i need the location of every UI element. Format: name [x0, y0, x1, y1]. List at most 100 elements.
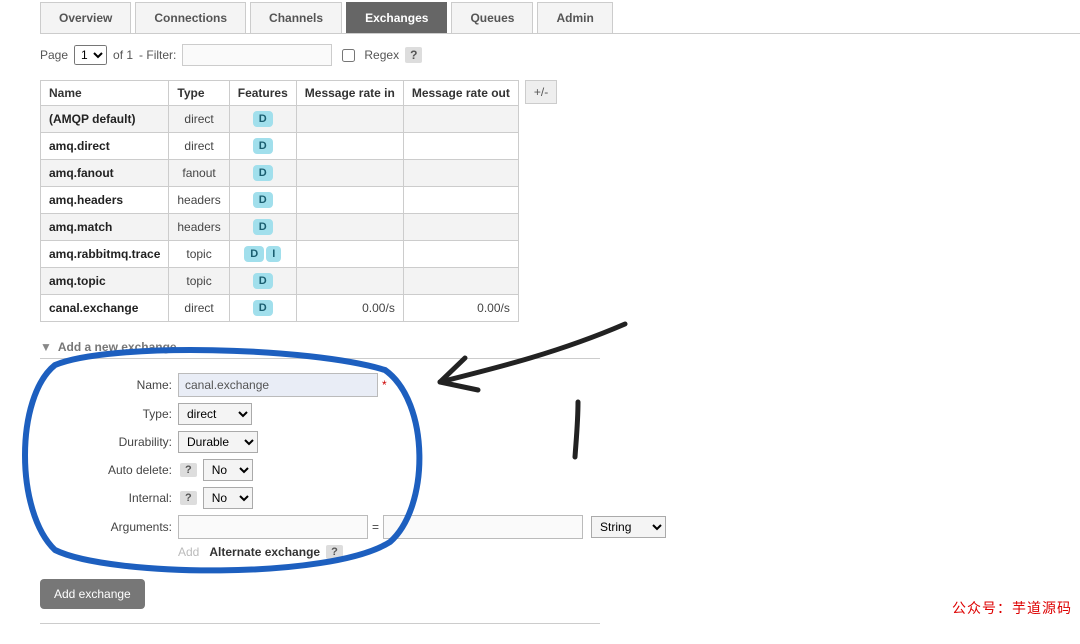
auto-delete-help-icon[interactable]: ? — [180, 463, 197, 477]
section-title: Add a new exchange — [58, 340, 177, 354]
exchange-type-cell: headers — [169, 187, 229, 214]
exchange-name-cell[interactable]: canal.exchange — [41, 295, 169, 322]
regex-checkbox[interactable] — [342, 49, 355, 62]
exchange-type-cell: direct — [169, 106, 229, 133]
rate-out-cell — [403, 214, 518, 241]
exchange-type-cell: topic — [169, 241, 229, 268]
table-row: canal.exchangedirect D 0.00/s0.00/s — [41, 295, 519, 322]
col-header[interactable]: Name — [41, 81, 169, 106]
rate-in-cell — [296, 106, 403, 133]
pager-row: Page 1 of 1 - Filter: Regex ? — [40, 44, 1080, 66]
argument-value-input[interactable] — [383, 515, 583, 539]
tab-exchanges[interactable]: Exchanges — [346, 2, 447, 33]
alternate-exchange-help-icon[interactable]: ? — [326, 545, 343, 559]
col-header[interactable]: Message rate in — [296, 81, 403, 106]
exchange-type-cell: fanout — [169, 160, 229, 187]
filter-input[interactable] — [182, 44, 332, 66]
exchange-type-cell: direct — [169, 295, 229, 322]
filter-label: - Filter: — [139, 48, 176, 62]
tab-overview[interactable]: Overview — [40, 2, 131, 33]
exchange-features-cell: D — [229, 214, 296, 241]
exchange-features-cell: D — [229, 160, 296, 187]
rate-in-cell — [296, 241, 403, 268]
rate-out-cell — [403, 268, 518, 295]
internal-label: Internal: — [40, 491, 178, 505]
name-input[interactable] — [178, 373, 378, 397]
rate-out-cell — [403, 133, 518, 160]
rate-out-cell — [403, 160, 518, 187]
exchange-name-cell[interactable]: amq.fanout — [41, 160, 169, 187]
equals-sign: = — [372, 520, 379, 534]
regex-help-icon[interactable]: ? — [405, 47, 422, 63]
add-exchange-form: Name: * Type: directfanouttopicheaders D… — [40, 373, 1080, 624]
exchange-name-cell[interactable]: amq.rabbitmq.trace — [41, 241, 169, 268]
watermark-text: 公众号：芋道源码 — [952, 598, 1072, 618]
table-row: amq.matchheadersD — [41, 214, 519, 241]
tab-queues[interactable]: Queues — [451, 2, 533, 33]
auto-delete-select[interactable]: NoYes — [203, 459, 253, 481]
auto-delete-label: Auto delete: — [40, 463, 178, 477]
col-header[interactable]: Features — [229, 81, 296, 106]
durability-label: Durability: — [40, 435, 178, 449]
rate-out-cell: 0.00/s — [403, 295, 518, 322]
feature-badge: I — [266, 246, 281, 262]
arguments-label: Arguments: — [40, 520, 178, 534]
exchange-features-cell: D — [229, 133, 296, 160]
rate-in-cell — [296, 133, 403, 160]
rate-in-cell — [296, 268, 403, 295]
alternate-exchange-link[interactable]: Alternate exchange — [209, 545, 320, 559]
tab-connections[interactable]: Connections — [135, 2, 246, 33]
argument-key-input[interactable] — [178, 515, 368, 539]
feature-badge: D — [253, 192, 273, 208]
feature-badge: D — [253, 300, 273, 316]
rate-in-cell: 0.00/s — [296, 295, 403, 322]
table-row: amq.topictopic D — [41, 268, 519, 295]
table-row: amq.headersheaders D — [41, 187, 519, 214]
internal-help-icon[interactable]: ? — [180, 491, 197, 505]
internal-select[interactable]: NoYes — [203, 487, 253, 509]
durability-select[interactable]: DurableTransient — [178, 431, 258, 453]
feature-badge: D — [244, 246, 264, 262]
exchange-name-cell[interactable]: amq.direct — [41, 133, 169, 160]
exchange-features-cell: DI — [229, 241, 296, 268]
table-row: amq.directdirectD — [41, 133, 519, 160]
name-label: Name: — [40, 378, 178, 392]
col-header[interactable]: Message rate out — [403, 81, 518, 106]
page-select[interactable]: 1 — [74, 45, 107, 65]
exchange-name-cell[interactable]: amq.match — [41, 214, 169, 241]
regex-label: Regex — [364, 48, 399, 62]
type-select[interactable]: directfanouttopicheaders — [178, 403, 252, 425]
exchange-features-cell: D — [229, 295, 296, 322]
table-row: (AMQP default)direct D — [41, 106, 519, 133]
rate-out-cell — [403, 106, 518, 133]
exchanges-table: NameTypeFeaturesMessage rate inMessage r… — [40, 80, 519, 322]
add-column-button[interactable]: +/- — [525, 80, 557, 104]
feature-badge: D — [253, 138, 273, 154]
feature-badge: D — [253, 165, 273, 181]
add-argument-hint[interactable]: Add — [178, 545, 199, 559]
of-label: of 1 — [113, 48, 133, 62]
table-row: amq.fanoutfanout D — [41, 160, 519, 187]
exchange-features-cell: D — [229, 106, 296, 133]
exchange-type-cell: headers — [169, 214, 229, 241]
page-label: Page — [40, 48, 68, 62]
tab-admin[interactable]: Admin — [537, 2, 612, 33]
col-header[interactable]: Type — [169, 81, 229, 106]
add-exchange-section-header[interactable]: ▼ Add a new exchange — [40, 340, 600, 359]
exchange-name-cell[interactable]: (AMQP default) — [41, 106, 169, 133]
collapse-icon: ▼ — [40, 340, 52, 354]
feature-badge: D — [253, 111, 273, 127]
nav-tabs: OverviewConnectionsChannelsExchangesQueu… — [40, 2, 1080, 34]
add-exchange-button[interactable]: Add exchange — [40, 579, 145, 609]
exchange-name-cell[interactable]: amq.headers — [41, 187, 169, 214]
argument-type-select[interactable]: StringNumberBooleanList — [591, 516, 666, 538]
exchange-features-cell: D — [229, 268, 296, 295]
rate-in-cell — [296, 160, 403, 187]
table-row: amq.rabbitmq.tracetopicDI — [41, 241, 519, 268]
feature-badge: D — [253, 273, 273, 289]
tab-channels[interactable]: Channels — [250, 2, 342, 33]
exchange-name-cell[interactable]: amq.topic — [41, 268, 169, 295]
rate-out-cell — [403, 241, 518, 268]
exchange-features-cell: D — [229, 187, 296, 214]
exchange-type-cell: topic — [169, 268, 229, 295]
